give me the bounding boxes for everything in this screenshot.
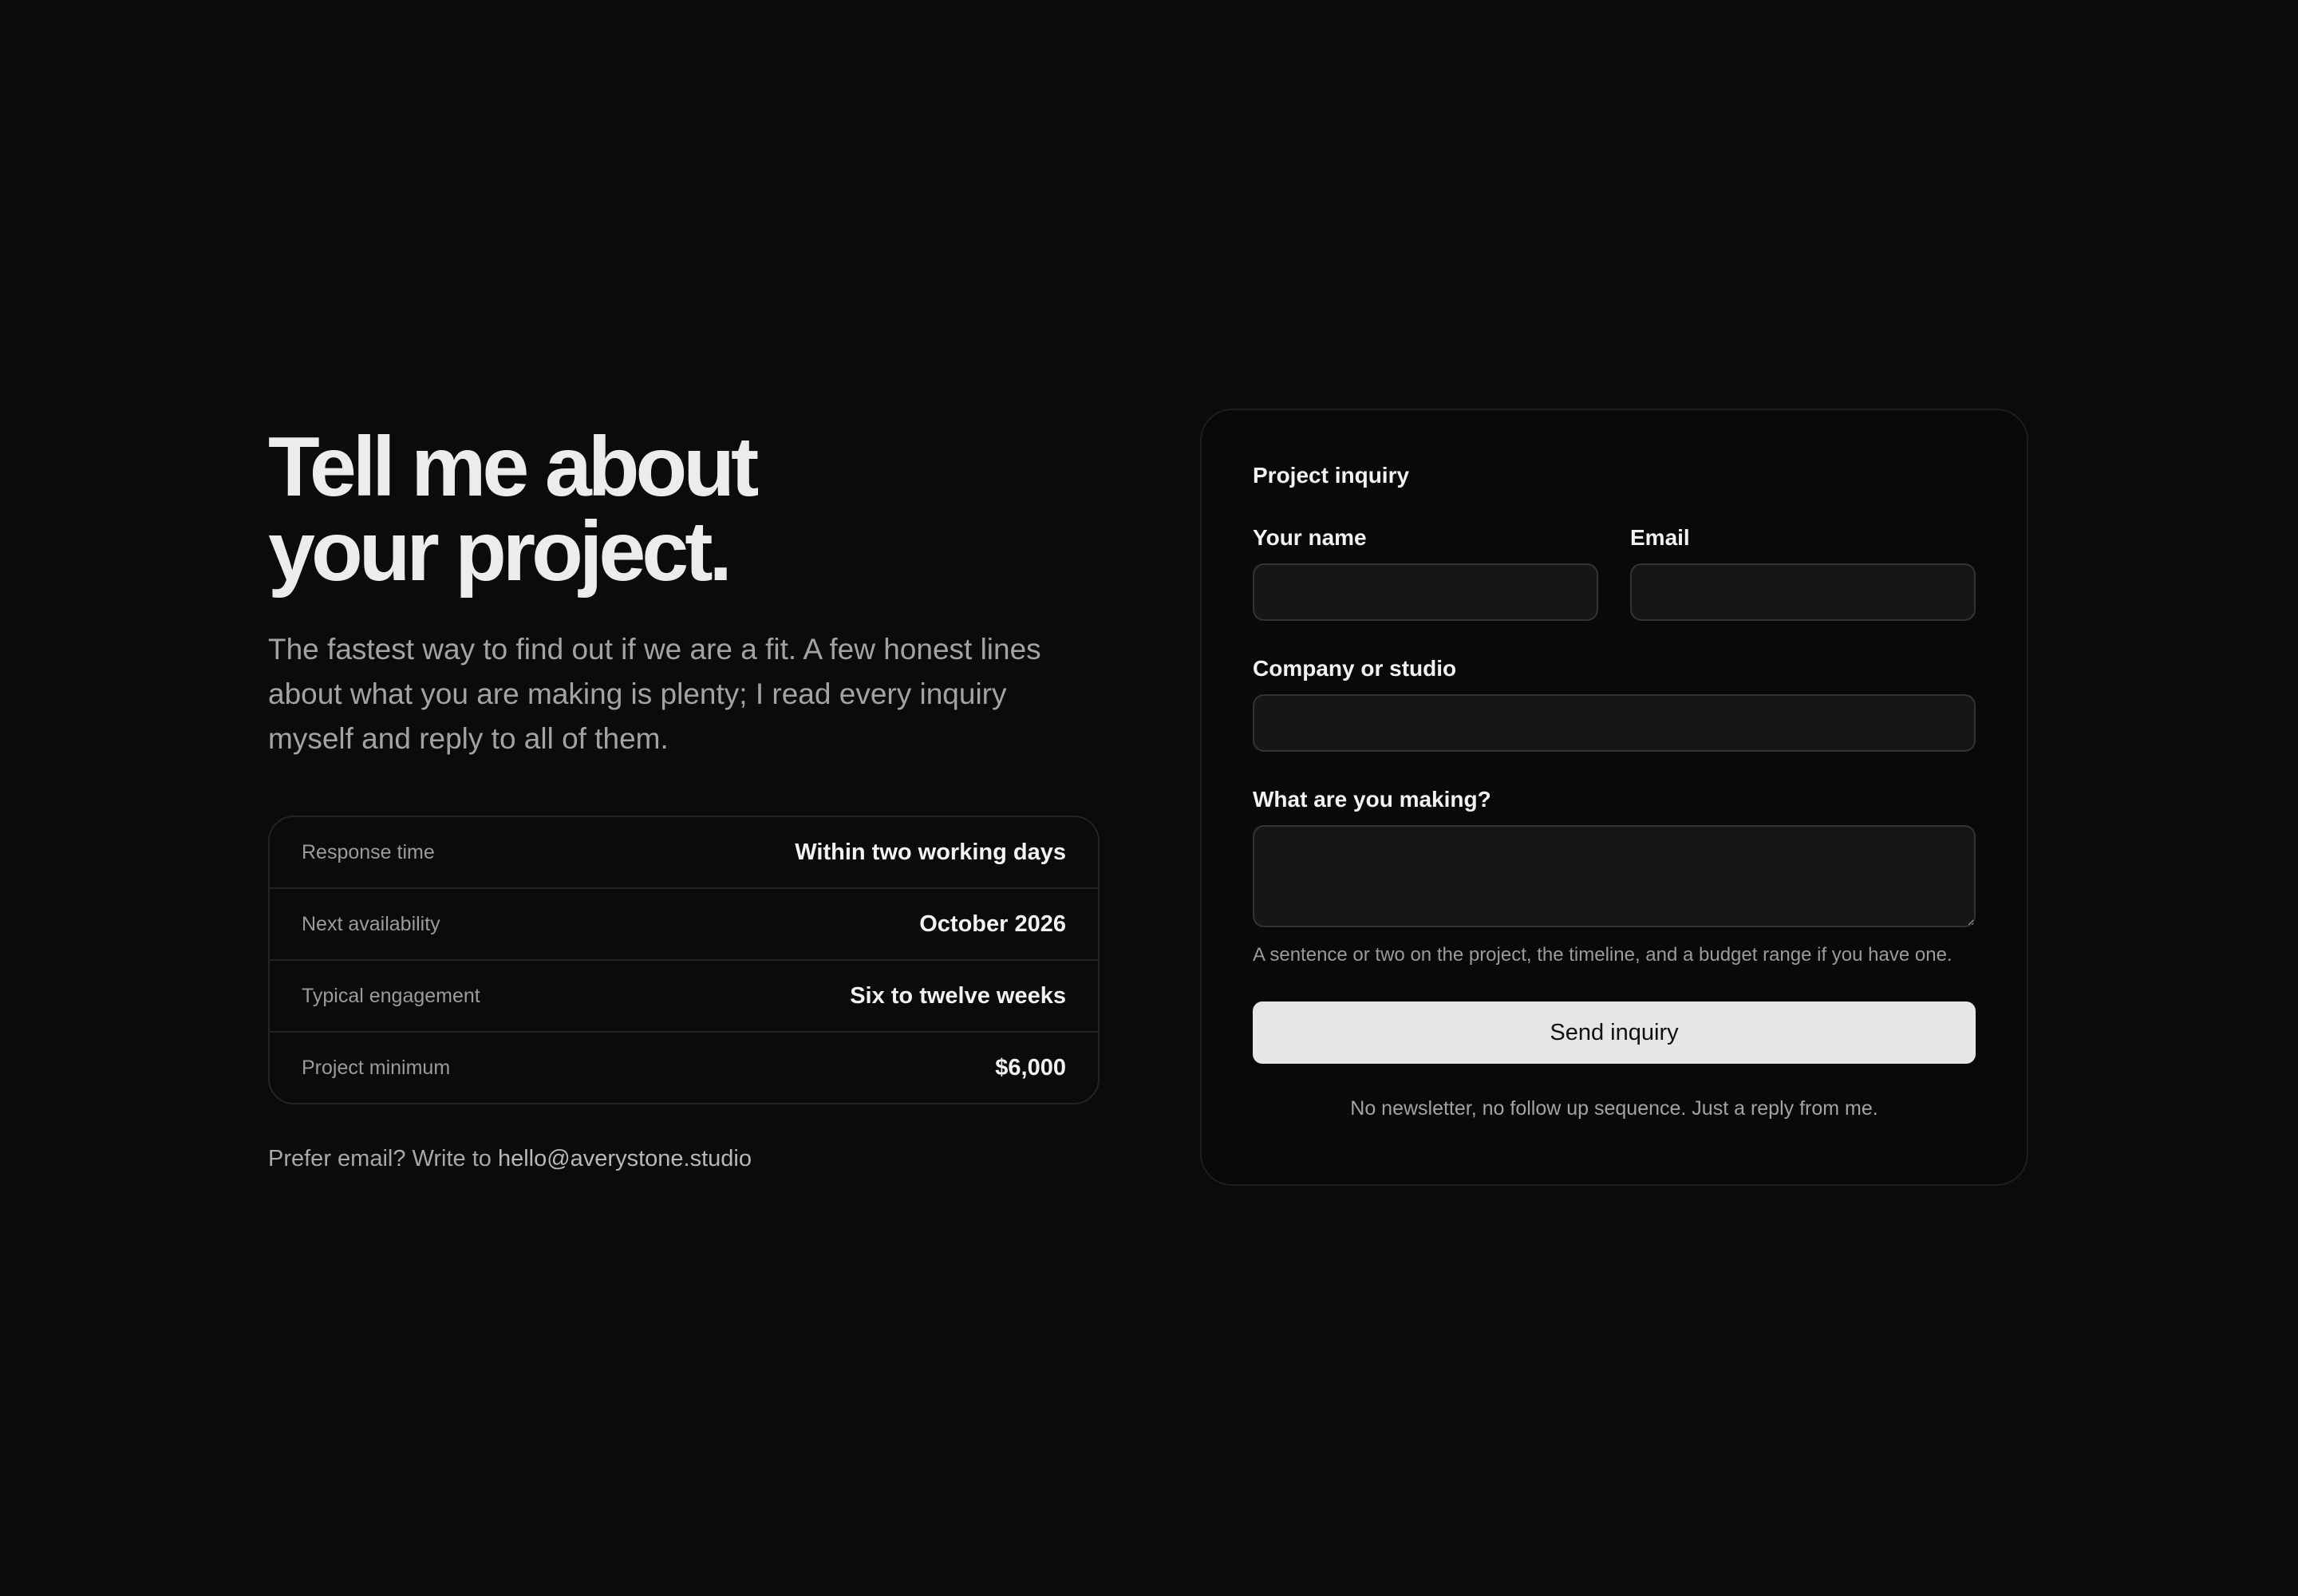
name-input[interactable] bbox=[1253, 563, 1598, 621]
fact-label: Next availability bbox=[302, 912, 440, 935]
page-title-line-1: Tell me about bbox=[268, 420, 759, 514]
making-textarea[interactable] bbox=[1253, 825, 1976, 927]
name-label: Your name bbox=[1253, 525, 1367, 550]
form-title: Project inquiry bbox=[1253, 463, 1410, 488]
name-email-row: Your name Email bbox=[1253, 525, 1976, 621]
form-footnote: No newsletter, no follow up sequence. Ju… bbox=[1350, 1097, 1878, 1120]
fact-value: Six to twelve weeks bbox=[850, 982, 1066, 1009]
intro-section: Tell me about your project. The fastest … bbox=[268, 425, 1100, 1172]
email-note: Prefer email? Write to hello@averystone.… bbox=[268, 1146, 1098, 1172]
making-hint: A sentence or two on the project, the ti… bbox=[1253, 944, 1953, 966]
fact-value: October 2026 bbox=[919, 911, 1066, 937]
fact-row-typical-engagement: Typical engagement Six to twelve weeks bbox=[270, 959, 1098, 1031]
email-label: Email bbox=[1630, 525, 1690, 550]
fact-value: Within two working days bbox=[795, 839, 1066, 865]
email-field-group: Email bbox=[1630, 525, 1976, 621]
fact-row-next-availability: Next availability October 2026 bbox=[270, 887, 1098, 959]
send-inquiry-button[interactable]: Send inquiry bbox=[1253, 1001, 1976, 1064]
fact-row-project-minimum: Project minimum $6,000 bbox=[270, 1031, 1098, 1103]
email-note-prefix: Prefer email? Write to bbox=[268, 1146, 498, 1171]
email-input[interactable] bbox=[1630, 563, 1976, 621]
making-label: What are you making? bbox=[1253, 787, 1491, 812]
name-field-group: Your name bbox=[1253, 525, 1598, 621]
intro-paragraph: The fastest way to find out if we are a … bbox=[268, 633, 1041, 755]
company-label: Company or studio bbox=[1253, 656, 1457, 681]
fact-label: Response time bbox=[302, 840, 435, 863]
fact-label: Typical engagement bbox=[302, 984, 480, 1007]
company-field-group: Company or studio bbox=[1253, 656, 1976, 752]
facts-table: Response time Within two working days Ne… bbox=[268, 816, 1100, 1104]
fact-label: Project minimum bbox=[302, 1056, 451, 1079]
fact-value: $6,000 bbox=[995, 1054, 1066, 1080]
making-field-group: What are you making? A sentence or two o… bbox=[1253, 787, 1976, 968]
email-address: hello@averystone.studio bbox=[497, 1146, 752, 1171]
company-input[interactable] bbox=[1253, 694, 1976, 752]
project-inquiry-form: Project inquiry Your name Email Company … bbox=[1200, 409, 2028, 1186]
page-title: Tell me about your project. bbox=[268, 425, 1098, 594]
page-title-line-2: your project. bbox=[268, 504, 732, 598]
fact-row-response-time: Response time Within two working days bbox=[270, 817, 1098, 887]
